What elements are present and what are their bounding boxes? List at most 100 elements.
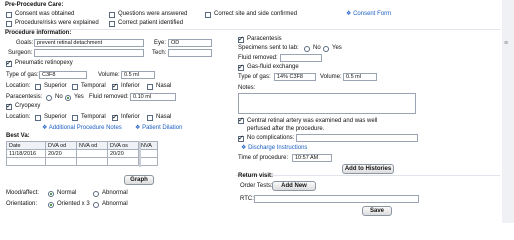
save-button[interactable]: Save (362, 206, 392, 216)
surgeon-label: Surgeon: (8, 50, 33, 56)
patient-dilation-link[interactable]: ❖ Patient Dilation (135, 124, 182, 131)
table-cell (138, 149, 158, 158)
type-gas-input[interactable]: C3F8 (39, 71, 87, 79)
location-nasal-checkbox[interactable] (147, 84, 153, 90)
volume-input[interactable]: 0.5 ml (121, 71, 155, 79)
fluid-removed-left-label: Fluid removed: (89, 94, 129, 100)
site-side-checkbox[interactable] (205, 12, 211, 18)
table-cell (45, 157, 77, 166)
cryo-location-label: Location: (6, 114, 31, 120)
table-cell: 20/20 (107, 149, 139, 158)
gas-fluid-checkbox[interactable] (238, 63, 244, 71)
best-va-title: Best Va: (6, 133, 30, 139)
scrollbar-grip-icon[interactable]: ≡ (504, 40, 508, 47)
risks-label: Procedure/risks were explained (15, 20, 99, 26)
table-header-row: Date DVA od NVA od DVA os NVA (6, 141, 158, 150)
fluid-removed-right-input[interactable] (280, 54, 322, 62)
discharge-link[interactable]: ❖ Discharge Instructions (241, 144, 307, 151)
cryo-superior-checkbox[interactable] (35, 115, 41, 121)
risks-checkbox[interactable] (6, 21, 12, 27)
notes-textarea[interactable] (238, 93, 416, 114)
divider (4, 29, 500, 30)
questions-label: Questions were answered (118, 11, 188, 17)
orientation-abnormal-radio[interactable] (93, 202, 99, 208)
volume-right-input[interactable]: 0.5 ml (343, 73, 377, 81)
location-superior-label: Superior (44, 83, 67, 89)
additional-notes-link[interactable]: ❖ Additional Procedure Notes (42, 124, 122, 131)
no-complications-label: No complications: (247, 135, 295, 141)
specimens-yes-label: Yes (332, 45, 342, 51)
eye-label: Eye: (154, 40, 167, 46)
mood-abnormal-radio[interactable] (93, 191, 99, 197)
eye-input[interactable]: OD (168, 39, 212, 47)
cryopexy-checkbox[interactable] (6, 102, 12, 110)
diamond-icon: ❖ (135, 125, 141, 131)
pneumatic-checkbox[interactable] (6, 59, 12, 67)
add-histories-button[interactable]: Add to Histories (342, 164, 394, 174)
questions-checkbox[interactable] (109, 12, 115, 18)
notes-label: Notes: (238, 85, 256, 91)
orientation-oriented-label: Oriented x 3 (57, 201, 90, 207)
add-new-button[interactable]: Add New (272, 181, 316, 191)
location-label: Location: (6, 83, 31, 89)
specimens-yes-radio[interactable] (323, 46, 329, 52)
fluid-removed-right-label: Fluid removed: (238, 55, 278, 61)
pneumatic-label: Pneumatic retinopexy (15, 60, 73, 66)
paracentesis-no-radio[interactable] (46, 95, 52, 101)
type-gas-right-label: Type of gas: (238, 74, 271, 80)
table-scrollbar[interactable] (139, 141, 141, 167)
cryo-nasal-checkbox[interactable] (147, 115, 153, 121)
central-artery-label: Central retinal artery was examined and … (247, 118, 378, 132)
consent-checkbox[interactable] (6, 12, 12, 18)
column-header: NVA (138, 141, 158, 150)
graph-button[interactable]: Graph (124, 175, 154, 185)
order-tests-label: Order Tests: (240, 183, 273, 189)
table-cell: 20/20 (45, 149, 77, 158)
cryo-inferior-label: Inferior (121, 114, 140, 120)
rtc-input[interactable] (254, 195, 419, 203)
orientation-oriented-radio[interactable] (48, 202, 54, 208)
cryo-inferior-checkbox[interactable] (112, 113, 118, 121)
specimens-no-radio[interactable] (304, 46, 310, 52)
cryo-temporal-checkbox[interactable] (72, 115, 78, 121)
central-artery-checkbox[interactable] (238, 116, 244, 124)
mood-normal-radio[interactable] (48, 191, 54, 197)
goals-input[interactable]: prevent retinal detachment (34, 39, 144, 47)
paracentesis-right-checkbox[interactable] (238, 35, 244, 43)
return-visit-label: Return visit: (238, 173, 274, 179)
paracentesis-yes-radio[interactable] (65, 95, 71, 101)
fluid-removed-left-input[interactable]: 0.10 ml (130, 93, 176, 101)
time-input[interactable]: 10:57 AM (292, 154, 332, 162)
location-inferior-label: Inferior (121, 83, 140, 89)
no-complications-checkbox[interactable] (238, 134, 244, 142)
type-gas-right-input[interactable]: 14% C3F8 (274, 73, 316, 81)
consent-form-link[interactable]: ❖ Consent Form (346, 10, 391, 17)
patient-id-checkbox[interactable] (109, 21, 115, 27)
mood-label: Mood/affect: (6, 190, 39, 196)
location-nasal-label: Nasal (156, 83, 172, 89)
mood-normal-label: Normal (57, 190, 77, 196)
scrollbar-track[interactable] (502, 0, 514, 223)
cryopexy-label: Cryopexy (15, 103, 41, 109)
column-header: DVA os (107, 141, 139, 150)
location-superior-checkbox[interactable] (35, 84, 41, 90)
location-inferior-checkbox[interactable] (112, 82, 118, 90)
location-temporal-label: Temporal (81, 83, 106, 89)
best-va-table-wrap: Date DVA od NVA od DVA os NVA 11/18/2016… (6, 141, 158, 166)
paracentesis-left-label: Paracentesis: (6, 94, 43, 100)
surgeon-input[interactable] (34, 49, 144, 57)
table-cell (76, 149, 108, 158)
tech-input[interactable] (168, 49, 212, 57)
table-row[interactable]: 11/18/2016 20/20 20/20 (6, 149, 158, 158)
diamond-icon: ❖ (241, 145, 247, 151)
cryo-temporal-label: Temporal (81, 114, 106, 120)
discharge-link-text: Discharge Instructions (248, 145, 308, 151)
consent-label: Consent was obtained (15, 11, 75, 17)
orientation-abnormal-label: Abnormal (102, 201, 128, 207)
rtc-label: RTC: (240, 196, 254, 202)
table-cell: 11/18/2016 (6, 149, 46, 158)
complications-input[interactable] (296, 134, 418, 142)
location-temporal-checkbox[interactable] (72, 84, 78, 90)
cryo-superior-label: Superior (44, 114, 67, 120)
patient-dilation-link-text: Patient Dilation (142, 125, 183, 131)
